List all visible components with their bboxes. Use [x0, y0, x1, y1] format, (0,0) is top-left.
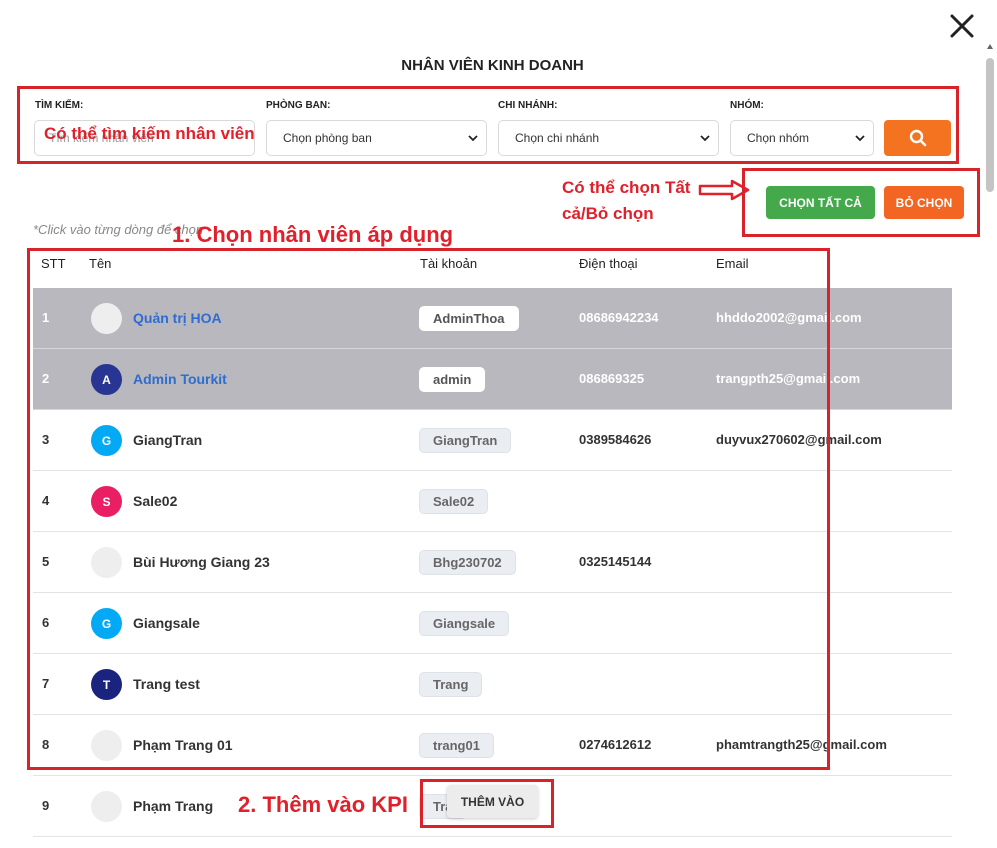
- account-badge: Bhg230702: [419, 550, 516, 575]
- phone-number: 08686942234: [579, 310, 659, 325]
- close-icon[interactable]: [948, 12, 976, 40]
- dialog-title: NHÂN VIÊN KINH DOANH: [401, 57, 584, 74]
- header-name: Tên: [89, 256, 112, 271]
- header-stt: STT: [41, 256, 66, 271]
- avatar: T: [91, 669, 122, 700]
- account-badge: GiangTran: [419, 428, 512, 453]
- scrollbar[interactable]: [986, 44, 994, 848]
- row-stt: 1: [42, 310, 50, 325]
- group-select-value: Chọn nhóm: [747, 131, 810, 145]
- employee-name: Bùi Hương Giang 23: [133, 554, 270, 570]
- account-badge: trang01: [419, 733, 494, 758]
- branch-select[interactable]: Chọn chi nhánh: [498, 120, 719, 156]
- row-stt: 3: [42, 432, 50, 447]
- account-badge: admin: [419, 367, 486, 392]
- deselect-button[interactable]: BỎ CHỌN: [884, 186, 964, 219]
- table-row[interactable]: 2 A Admin Tourkit admin 086869325 trangp…: [33, 349, 952, 410]
- phone-number: 086869325: [579, 371, 645, 386]
- department-select-value: Chọn phòng ban: [283, 131, 372, 145]
- add-button[interactable]: THÊM VÀO: [447, 785, 538, 818]
- header-account: Tài khoản: [420, 256, 478, 271]
- row-stt: 2: [42, 371, 50, 386]
- email-address: hhddo2002@gmail.com: [716, 310, 862, 325]
- email-address: duyvux270602@gmail.com: [716, 432, 882, 447]
- search-icon: [909, 129, 926, 147]
- row-stt: 8: [42, 737, 50, 752]
- annotation-step2: 2. Thêm vào KPI: [238, 792, 408, 817]
- email-address: trangpth25@gmail.com: [716, 371, 861, 386]
- avatar: G: [91, 608, 122, 639]
- account-badge: Giangsale: [419, 611, 510, 636]
- department-label: PHÒNG BAN:: [266, 100, 331, 111]
- chevron-down-icon: [468, 135, 478, 142]
- row-stt: 6: [42, 615, 50, 630]
- table-row[interactable]: 6 G Giangsale Giangsale: [33, 593, 952, 654]
- phone-number: 0274612612: [579, 737, 652, 752]
- arrow-right-icon: [698, 179, 750, 201]
- employee-name: Giangsale: [133, 615, 200, 631]
- employee-name: Quản trị HOA: [133, 310, 222, 326]
- avatar: G: [91, 425, 122, 456]
- phone-number: 0389584626: [579, 432, 652, 447]
- employee-name: Phạm Trang 01: [133, 737, 233, 753]
- header-email: Email: [716, 256, 749, 271]
- annotation-search-note: Có thể tìm kiếm nhân viên: [44, 124, 255, 143]
- scroll-up-arrow-icon[interactable]: [987, 44, 993, 49]
- table-row[interactable]: 1 Quản trị HOA AdminThoa 08686942234 hhd…: [33, 288, 952, 349]
- select-all-button[interactable]: CHỌN TẤT CẢ: [766, 186, 875, 219]
- account-badge: AdminThoa: [419, 306, 519, 331]
- account-badge: Sale02: [419, 489, 489, 514]
- row-stt: 5: [42, 554, 50, 569]
- header-phone: Điện thoại: [579, 256, 638, 271]
- avatar: [91, 303, 122, 334]
- branch-label: CHI NHÁNH:: [498, 100, 558, 111]
- group-select[interactable]: Chọn nhóm: [730, 120, 874, 156]
- chevron-down-icon: [700, 135, 710, 142]
- employee-name: Trang test: [133, 676, 200, 692]
- table-row[interactable]: 5 Bùi Hương Giang 23 Bhg230702 032514514…: [33, 532, 952, 593]
- scrollbar-thumb[interactable]: [986, 58, 994, 192]
- annotation-select-note-line1: Có thể chọn Tất: [562, 178, 691, 197]
- avatar: [91, 547, 122, 578]
- group-label: NHÓM:: [730, 100, 764, 111]
- avatar: [91, 730, 122, 761]
- employee-name: Admin Tourkit: [133, 371, 227, 387]
- annotation-select-note-line2: cả/Bỏ chọn: [562, 204, 654, 223]
- chevron-down-icon: [855, 135, 865, 142]
- email-address: phamtrangth25@gmail.com: [716, 737, 887, 752]
- search-button[interactable]: [884, 120, 951, 156]
- search-label: TÌM KIẾM:: [35, 100, 84, 111]
- annotation-step1: 1. Chọn nhân viên áp dụng: [172, 222, 454, 247]
- employee-name: GiangTran: [133, 432, 203, 448]
- account-badge: Trang: [419, 672, 483, 697]
- avatar: A: [91, 364, 122, 395]
- table-row[interactable]: 7 T Trang test Trang: [33, 654, 952, 715]
- row-stt: 7: [42, 676, 50, 691]
- row-stt: 4: [42, 493, 50, 508]
- phone-number: 0325145144: [579, 554, 652, 569]
- employee-name: Sale02: [133, 493, 178, 509]
- employee-name: Phạm Trang: [133, 798, 214, 814]
- branch-select-value: Chọn chi nhánh: [515, 131, 600, 145]
- table-row[interactable]: 8 Phạm Trang 01 trang01 0274612612 phamt…: [33, 715, 952, 776]
- department-select[interactable]: Chọn phòng ban: [266, 120, 487, 156]
- avatar: S: [91, 486, 122, 517]
- table-row[interactable]: 4 S Sale02 Sale02: [33, 471, 952, 532]
- table-row[interactable]: 3 G GiangTran GiangTran 0389584626 duyvu…: [33, 410, 952, 471]
- avatar: [91, 791, 122, 822]
- row-stt: 9: [42, 798, 50, 813]
